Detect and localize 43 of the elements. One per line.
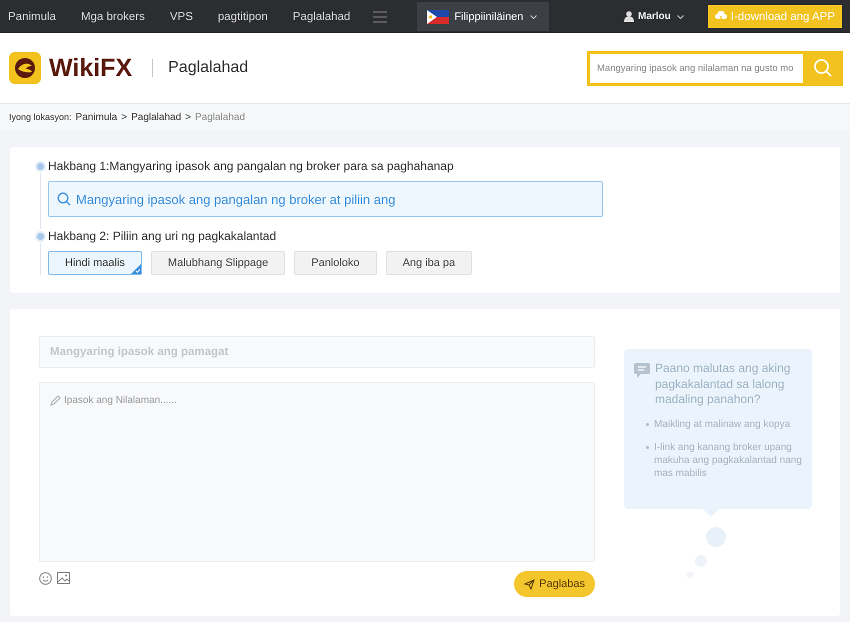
chat-icon — [634, 363, 650, 378]
send-icon — [524, 578, 536, 590]
caret-icon — [530, 14, 538, 18]
selected-check-icon — [130, 264, 141, 274]
step-label: Hakbang 2: Piliin ang uri ng pagkakalantad — [48, 229, 276, 243]
emoji-icon[interactable] — [39, 572, 52, 585]
search-icon — [813, 58, 833, 78]
language-selector[interactable]: Filippiiniläinen — [417, 2, 550, 31]
nav-link[interactable]: pagtitipon — [218, 10, 268, 22]
breadcrumb-label: Iyong lokasyon: — [9, 112, 72, 122]
broker-search-field[interactable]: Mangyaring ipasok ang pangalan ng broker at piliin ang — [48, 181, 603, 217]
category-option[interactable]: Ang iba pa — [386, 251, 472, 275]
tips-title: Paano malutas ang aking pagkakalantad sa lalong madaling panahon? — [655, 361, 792, 408]
nav-link[interactable]: Panimula — [8, 10, 56, 22]
search-icon — [57, 192, 71, 206]
step-label: Hakbang 1:Mangyaring ipasok ang pangalan ng broker para sa paghahanap — [48, 159, 454, 173]
menu-icon[interactable] — [373, 10, 388, 22]
user-menu[interactable]: Marlou — [618, 10, 690, 23]
tip-text: I-link ang kanang broker upang makuha ang pagkakalantad nang mas mabilis — [654, 440, 802, 480]
current-page-label: Paglalahad — [194, 112, 246, 122]
user-icon — [624, 11, 634, 22]
pencil-icon — [50, 395, 61, 406]
submit-button[interactable]: Paglabas — [514, 571, 595, 597]
tip-text: Maikling at malinaw ang kopya — [654, 418, 790, 431]
breadcrumb-link[interactable]: Paglalahad — [131, 112, 182, 122]
nav-link[interactable]: VPS — [170, 10, 193, 22]
nav-link[interactable]: Mga brokers — [80, 10, 145, 22]
breadcrumb-separator: > — [121, 112, 128, 122]
breadcrumb-link[interactable]: Panimula — [76, 112, 118, 122]
category-option[interactable]: Hindi maalis — [48, 251, 142, 275]
search-field[interactable]: Mangyaring ipasok ang nilalaman na gusto mo — [587, 50, 803, 86]
breadcrumb-separator: > — [185, 112, 191, 122]
cloud-download-icon — [714, 11, 727, 22]
category-option[interactable]: Malubhang Slippage — [150, 251, 286, 275]
step-dot-icon — [37, 162, 44, 170]
step-dot-icon — [37, 232, 44, 240]
caret-icon — [676, 14, 684, 18]
page-title: Paglalahad — [168, 59, 248, 77]
nav-link[interactable]: Paglalahad — [292, 10, 350, 22]
category-option[interactable]: Panloloko — [294, 251, 377, 275]
logo-text: WikiFX — [49, 54, 132, 82]
image-icon[interactable] — [57, 572, 70, 584]
flag-icon — [427, 10, 450, 24]
